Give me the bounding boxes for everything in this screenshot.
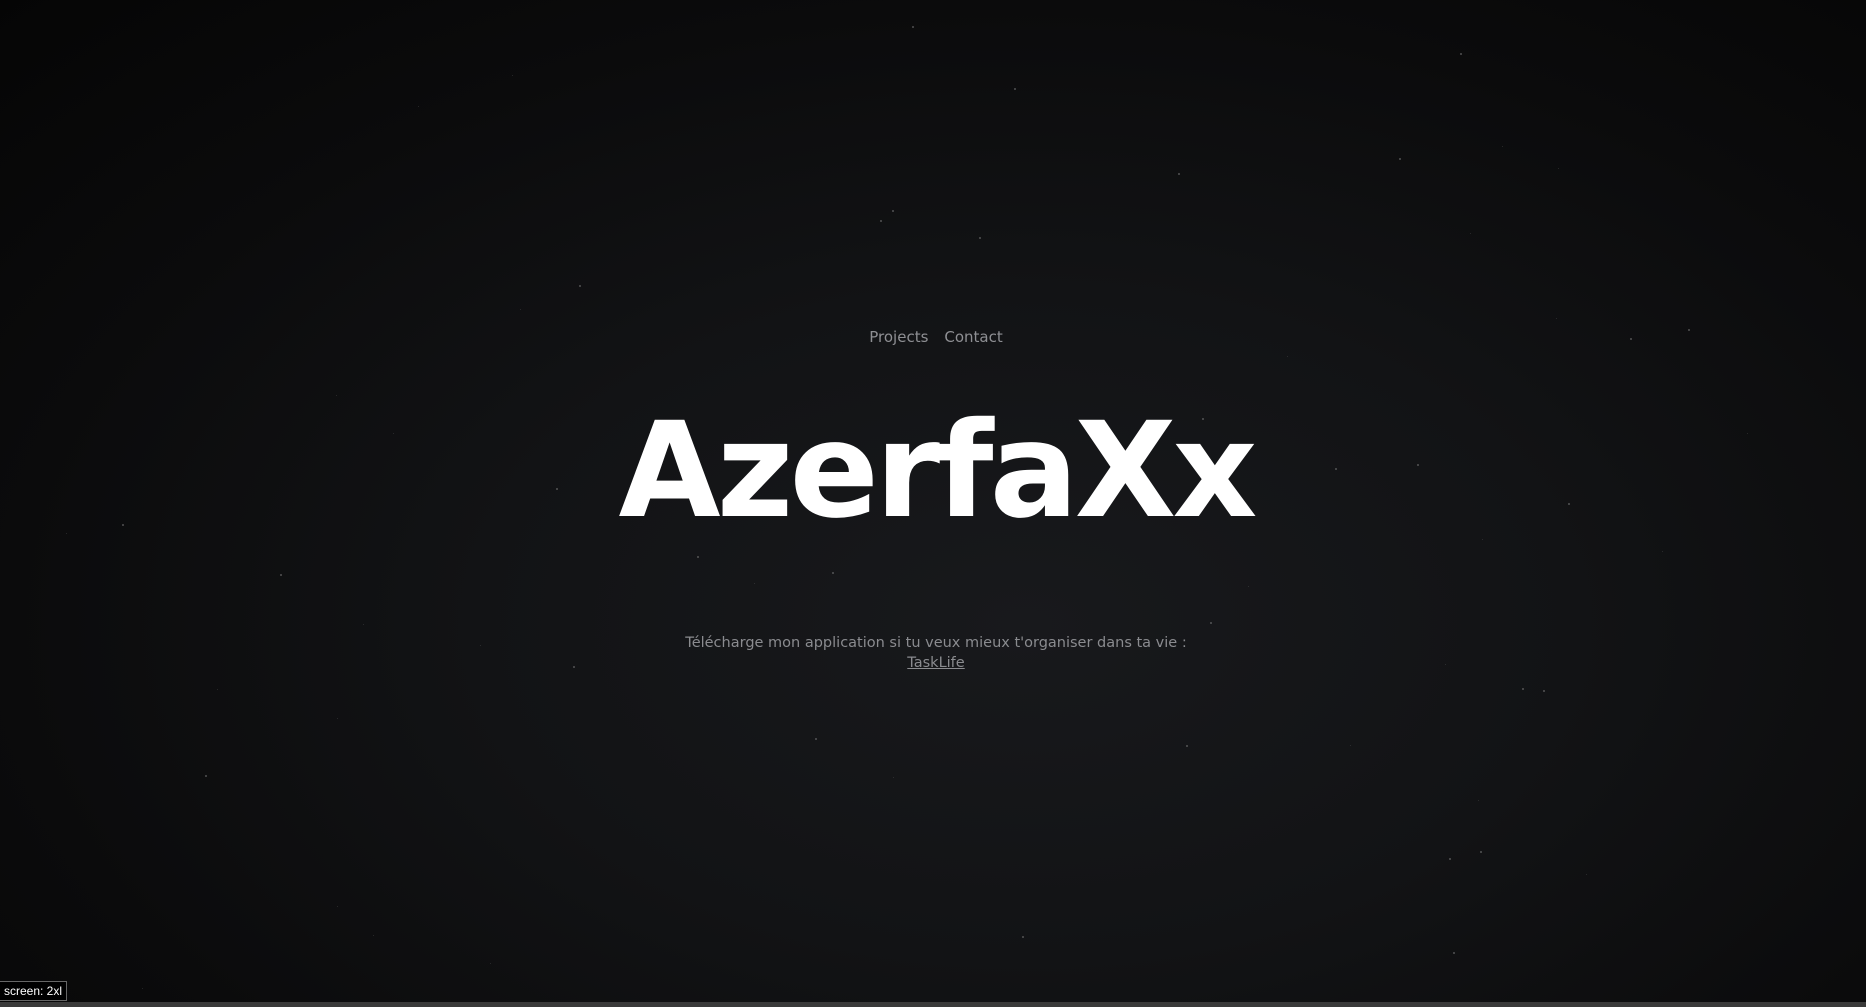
hero-title: AzerfaXx [618,394,1257,548]
nav-link-projects[interactable]: Projects [869,328,928,346]
top-nav: Projects Contact [0,328,1866,346]
tagline-text: Télécharge mon application si tu veux mi… [685,635,1187,651]
screen-size-badge: screen: 2xl [0,981,68,1001]
nav-link-contact[interactable]: Contact [944,328,1002,346]
tasklife-link[interactable]: TaskLife [907,655,964,671]
page-background: Projects Contact AzerfaXx Télécharge mon… [0,0,1866,1007]
tagline: Télécharge mon application si tu veux mi… [0,633,1866,673]
